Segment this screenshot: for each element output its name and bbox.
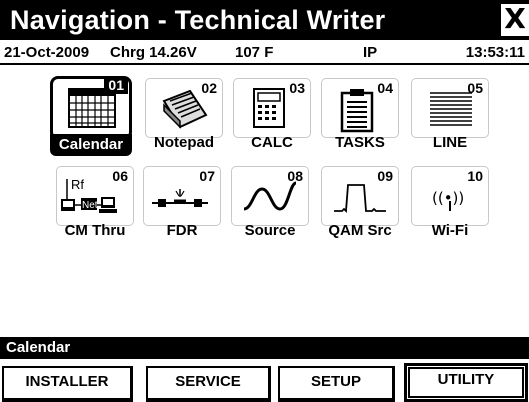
softkey-utility[interactable]: UTILITY	[404, 363, 528, 402]
tile-number: 09	[377, 168, 393, 184]
softkey-bar: INSTALLER SERVICE SETUP UTILITY	[0, 361, 529, 402]
tile-label: Wi-Fi	[431, 222, 469, 239]
tile-number: 05	[467, 80, 483, 96]
clipboard-icon	[340, 89, 374, 133]
tile-number: 06	[112, 168, 128, 184]
status-bar: 21-Oct-2009 Chrg 14.26V 107 F IP 13:53:1…	[0, 40, 529, 65]
tile-number: 01	[104, 76, 128, 94]
tile-number: 04	[377, 80, 393, 96]
status-time: 13:53:11	[465, 44, 525, 61]
rf-net-icon: Rf Net	[61, 177, 117, 213]
status-temperature: 107 F	[235, 44, 274, 61]
calculator-icon	[253, 88, 285, 128]
close-icon[interactable]: X	[501, 4, 529, 36]
antenna-glyph: ((•))	[432, 189, 464, 207]
app-tile-line[interactable]: 05 LINE	[409, 78, 491, 162]
tile-number: 10	[467, 168, 483, 184]
tile-label: LINE	[432, 134, 468, 151]
softkey-setup[interactable]: SETUP	[278, 366, 395, 402]
selected-app-label: Calendar	[6, 339, 71, 356]
tile-label: Source	[244, 222, 296, 239]
status-charge: Chrg 14.26V	[110, 44, 197, 61]
status-network: IP	[363, 44, 378, 61]
softkey-service[interactable]: SERVICE	[146, 366, 271, 402]
tile-number: 02	[201, 80, 217, 96]
tile-label: TASKS	[335, 134, 385, 151]
selected-app-bar: Calendar	[0, 337, 529, 359]
app-tile-notepad[interactable]: 02 Notepad	[143, 78, 225, 162]
app-tile-cm-thru[interactable]: Rf Net 06 CM Thru	[54, 166, 136, 250]
tile-number: 03	[289, 80, 305, 96]
app-tile-calc[interactable]: 03 CALC	[231, 78, 313, 162]
tile-number: 08	[287, 168, 303, 184]
app-tile-calendar[interactable]: 01 Calendar	[50, 76, 132, 162]
instrument-screen: Navigation - Technical Writer X 21-Oct-2…	[0, 0, 529, 402]
status-date: 21-Oct-2009	[4, 44, 90, 61]
tile-label: Calendar	[50, 134, 132, 156]
net-label: Net	[82, 200, 98, 211]
app-tile-source[interactable]: 08 Source	[229, 166, 311, 250]
app-tile-fdr[interactable]: 07 FDR	[141, 166, 223, 250]
tile-label: CALC	[251, 134, 293, 151]
title-bar: Navigation - Technical Writer X	[0, 0, 529, 40]
app-tile-qam-src[interactable]: 09 QAM Src	[319, 166, 401, 250]
app-tile-tasks[interactable]: 04 TASKS	[319, 78, 401, 162]
tile-label: FDR	[166, 222, 198, 239]
tile-label: QAM Src	[328, 222, 392, 239]
tile-number: 07	[199, 168, 215, 184]
rf-label: Rf	[71, 177, 84, 192]
app-tile-wifi[interactable]: ((•)) 10 Wi-Fi	[409, 166, 491, 250]
tile-label: Notepad	[154, 134, 214, 151]
tile-label: CM Thru	[64, 222, 126, 239]
window-title: Navigation - Technical Writer	[10, 5, 386, 35]
softkey-installer[interactable]: INSTALLER	[2, 366, 133, 402]
